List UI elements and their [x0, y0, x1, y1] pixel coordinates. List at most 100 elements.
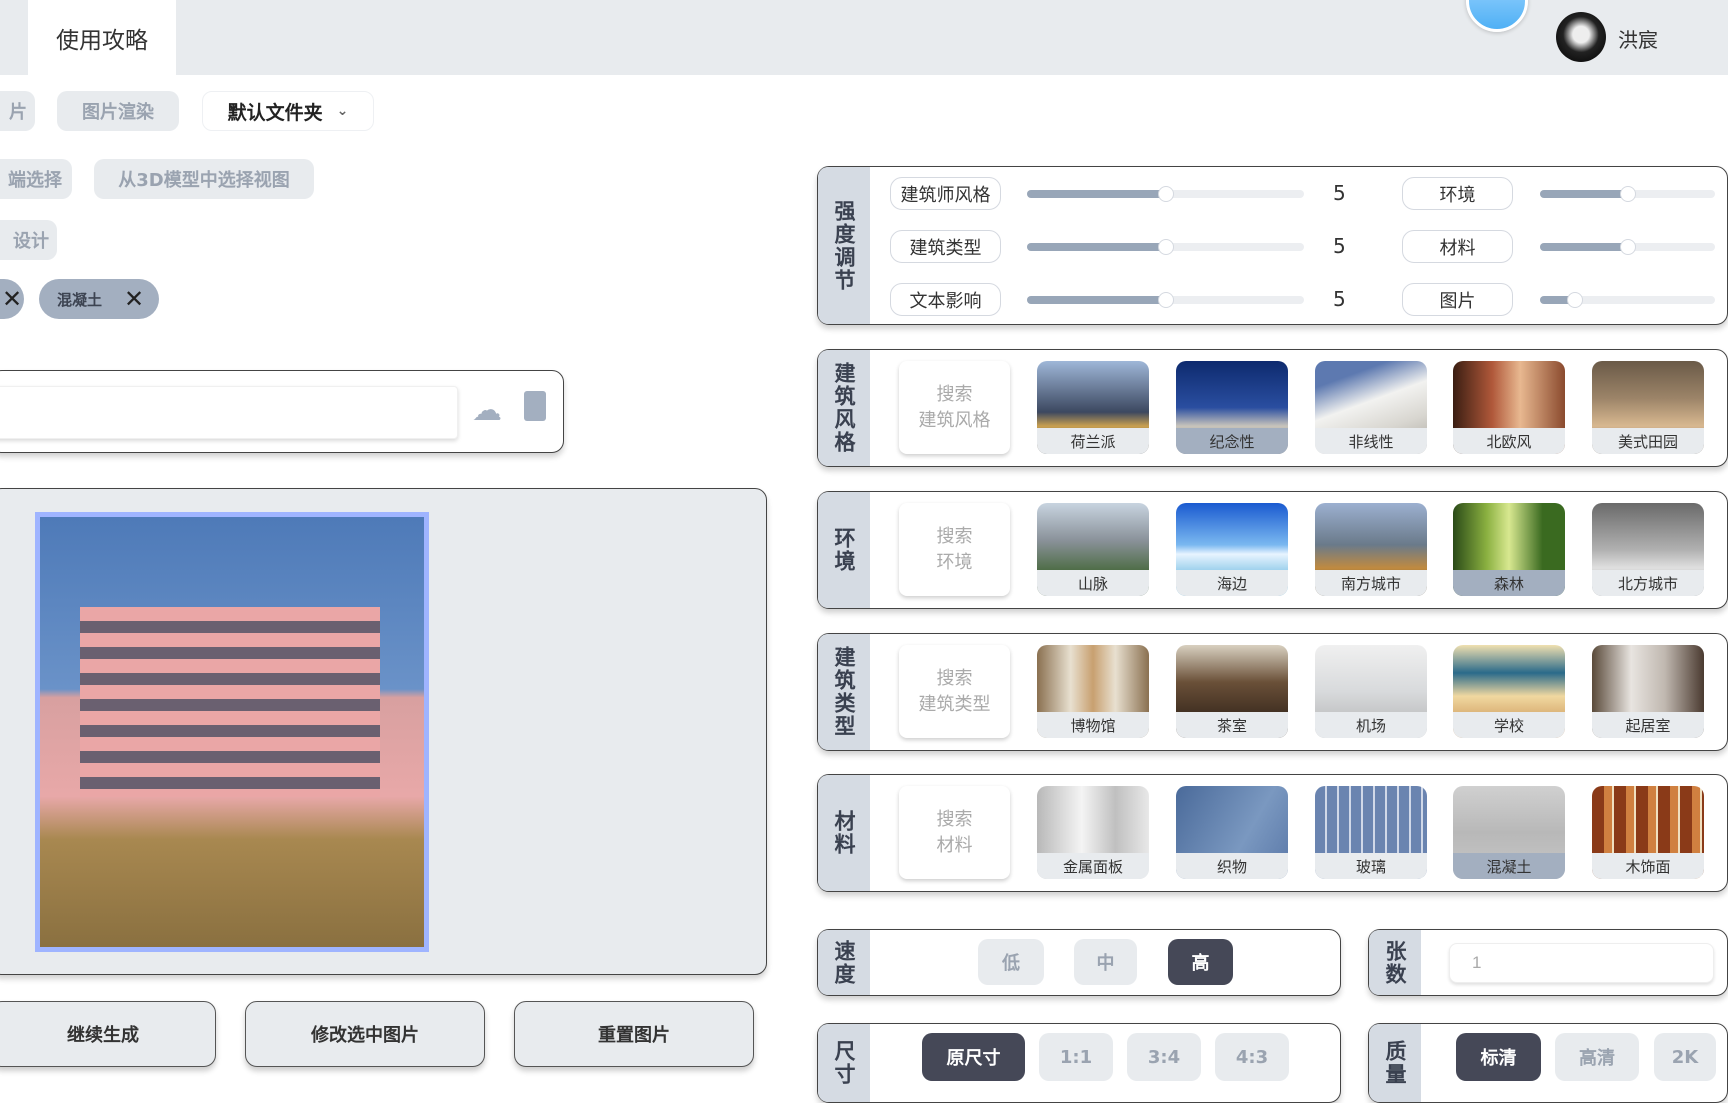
gallery-tile[interactable]: 机场 [1315, 645, 1427, 738]
slider-handle[interactable] [1619, 239, 1636, 255]
count-input[interactable] [1449, 943, 1714, 983]
gallery-tile[interactable]: 山脉 [1037, 503, 1149, 596]
gallery-search-button[interactable]: 搜索 建筑风格 [899, 361, 1010, 454]
size-option[interactable]: 4:3 [1215, 1033, 1289, 1081]
count-title: 张数 [1369, 930, 1421, 995]
gallery-tile[interactable]: 非线性 [1315, 361, 1427, 454]
quality-option[interactable]: 2K [1654, 1033, 1716, 1081]
slider-handle[interactable] [1157, 239, 1174, 255]
gallery-tile[interactable]: 荷兰派 [1037, 361, 1149, 454]
tile-label: 木饰面 [1592, 853, 1704, 879]
slider-fill [1540, 243, 1628, 251]
size-option[interactable]: 原尺寸 [922, 1033, 1025, 1081]
slider-handle[interactable] [1567, 292, 1583, 308]
prompt-input[interactable] [0, 386, 458, 439]
intensity-label: 文本影响 [890, 283, 1001, 316]
quality-option[interactable]: 标清 [1456, 1033, 1541, 1081]
close-icon[interactable]: ✕ [2, 285, 22, 313]
tab-guide[interactable]: 使用攻略 [28, 0, 176, 75]
avatar[interactable] [1556, 12, 1606, 62]
gallery-panel: 环境 搜索 环境 山脉 海边 南方城市 森林 北方城市 [817, 491, 1728, 609]
intensity-value: 5 [1333, 234, 1346, 258]
intensity-slider[interactable] [1540, 292, 1715, 308]
prompt-panel: ☁ [0, 370, 564, 453]
slider-handle[interactable] [1619, 186, 1636, 202]
reset-image-button[interactable]: 重置图片 [514, 1001, 754, 1067]
gallery-panel: 建筑风格 搜索 建筑风格 荷兰派 纪念性 非线性 北欧风 美式田园 [817, 349, 1728, 467]
modify-selected-button[interactable]: 修改选中图片 [245, 1001, 485, 1067]
clipped-button[interactable]: 设计 [0, 220, 57, 260]
slider-fill [1027, 190, 1166, 198]
gallery-tile[interactable]: 纪念性 [1176, 361, 1288, 454]
intensity-slider[interactable] [1540, 239, 1715, 255]
gallery-title: 材料 [818, 775, 870, 891]
tag-chip: 混凝土 ✕ [39, 279, 159, 319]
tile-label: 起居室 [1592, 712, 1704, 738]
speed-option[interactable]: 低 [978, 939, 1044, 985]
tile-label: 南方城市 [1315, 570, 1427, 596]
tile-label: 非线性 [1315, 428, 1427, 454]
intensity-label: 建筑师风格 [890, 177, 1001, 210]
clipped-button[interactable]: 端选择 [0, 159, 72, 199]
speed-option[interactable]: 高 [1168, 939, 1233, 985]
continue-generate-button[interactable]: 继续生成 [0, 1001, 216, 1067]
gallery-tile[interactable]: 混凝土 [1453, 786, 1565, 879]
gallery-tile[interactable]: 木饰面 [1592, 786, 1704, 879]
speed-option[interactable]: 中 [1074, 939, 1137, 985]
gallery-search-button[interactable]: 搜索 材料 [899, 786, 1010, 879]
intensity-slider[interactable] [1027, 292, 1304, 308]
size-option[interactable]: 1:1 [1039, 1033, 1113, 1081]
tile-label: 海边 [1176, 570, 1288, 596]
gallery-title: 环境 [818, 492, 870, 608]
gallery-title: 建筑类型 [818, 634, 870, 750]
gallery-tile[interactable]: 南方城市 [1315, 503, 1427, 596]
count-panel: 张数 [1368, 929, 1728, 996]
gallery-tile[interactable]: 北方城市 [1592, 503, 1704, 596]
folder-dropdown[interactable]: 默认文件夹 ⌄ [202, 91, 374, 131]
tile-label: 纪念性 [1176, 428, 1288, 454]
slider-fill [1027, 243, 1166, 251]
tile-label: 混凝土 [1453, 853, 1565, 879]
size-option[interactable]: 3:4 [1127, 1033, 1201, 1081]
folder-label: 默认文件夹 [227, 101, 323, 124]
tile-label: 北方城市 [1592, 570, 1704, 596]
slider-fill [1027, 296, 1166, 304]
speed-title: 速度 [818, 930, 870, 995]
close-icon[interactable]: ✕ [124, 285, 144, 313]
gallery-tile[interactable]: 海边 [1176, 503, 1288, 596]
gallery-tile[interactable]: 博物馆 [1037, 645, 1149, 738]
chevron-down-icon: ⌄ [336, 103, 349, 119]
gallery-tile[interactable]: 金属面板 [1037, 786, 1149, 879]
intensity-slider[interactable] [1027, 239, 1304, 255]
intensity-slider[interactable] [1540, 186, 1715, 202]
intensity-value: 5 [1333, 287, 1346, 311]
gallery-panel: 建筑类型 搜索 建筑类型 博物馆 茶室 机场 学校 起居室 [817, 633, 1728, 751]
intensity-label: 图片 [1402, 283, 1513, 316]
gallery-tile[interactable]: 茶室 [1176, 645, 1288, 738]
slider-handle[interactable] [1157, 292, 1174, 308]
gallery-tile[interactable]: 森林 [1453, 503, 1565, 596]
gallery-tile[interactable]: 学校 [1453, 645, 1565, 738]
cloud-upload-icon[interactable]: ☁ [472, 393, 502, 428]
gallery-panel: 材料 搜索 材料 金属面板 织物 玻璃 混凝土 木饰面 [817, 774, 1728, 892]
clipped-button[interactable]: 片 [0, 91, 35, 131]
render-button[interactable]: 图片渲染 [57, 91, 179, 131]
select-from-3d-button[interactable]: 从3D模型中选择视图 [94, 159, 314, 199]
quality-panel: 质量 标清 高清 2K [1368, 1023, 1728, 1103]
gallery-search-button[interactable]: 搜索 建筑类型 [899, 645, 1010, 738]
user-name[interactable]: 洪宸 [1618, 24, 1658, 53]
gallery-title: 建筑风格 [818, 350, 870, 466]
clipboard-icon[interactable] [524, 391, 546, 421]
gallery-search-button[interactable]: 搜索 环境 [899, 503, 1010, 596]
gallery-tile[interactable]: 起居室 [1592, 645, 1704, 738]
gallery-tile[interactable]: 织物 [1176, 786, 1288, 879]
intensity-slider[interactable] [1027, 186, 1304, 202]
gallery-tile[interactable]: 北欧风 [1453, 361, 1565, 454]
slider-handle[interactable] [1157, 186, 1174, 202]
generated-image[interactable] [35, 512, 429, 952]
quality-option[interactable]: 高清 [1555, 1033, 1639, 1081]
intensity-label: 材料 [1402, 230, 1513, 263]
gallery-tile[interactable]: 玻璃 [1315, 786, 1427, 879]
tag-chip[interactable]: ✕ [0, 279, 24, 319]
gallery-tile[interactable]: 美式田园 [1592, 361, 1704, 454]
